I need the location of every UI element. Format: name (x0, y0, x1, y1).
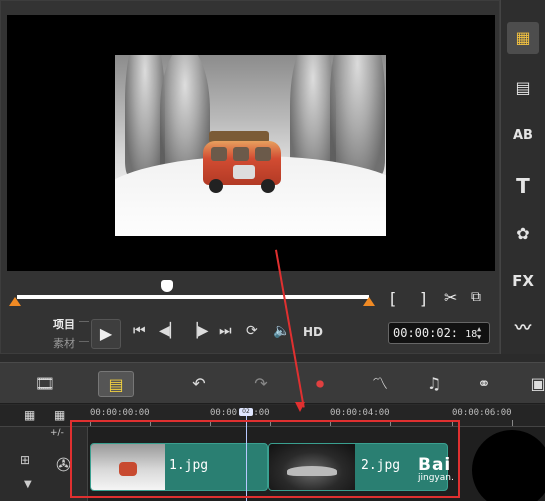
repeat-icon[interactable]: ⟳ (246, 323, 258, 339)
timecode-frames: 18 (465, 329, 478, 340)
storyboard-view-icon[interactable]: 🎞 (30, 371, 60, 397)
subtitle-icon[interactable]: ▣ (528, 371, 545, 397)
timecode-spinner[interactable]: ▲ ▼ (477, 325, 487, 341)
seek-bar[interactable] (17, 295, 369, 299)
film-track-icon: ▦ (24, 408, 36, 422)
trim-end-marker[interactable] (363, 297, 375, 306)
watermark-domain: jingyan. (418, 473, 454, 483)
preview-image (115, 55, 386, 236)
annotation-arrowhead (295, 402, 305, 412)
scissors-icon[interactable]: ✂ (444, 288, 457, 307)
watermark-brand: Bai (418, 455, 452, 475)
next-frame-icon[interactable]: ▕▶ (187, 323, 209, 339)
go-to-start-icon[interactable]: ⏮ (133, 323, 146, 339)
play-button[interactable]: ▶ (91, 319, 121, 349)
transition-icon[interactable]: AB (507, 120, 539, 152)
video-editor-window: [ ] ✂ ⧉ 项目 素材 ▶ ⏮ ◀▏ ▕▶ ⏭ ⟳ 🔈 HD 00:00:0… (0, 0, 545, 501)
redaction-circle (472, 430, 545, 501)
player-viewport (7, 15, 495, 271)
bus-figure (203, 129, 285, 193)
right-toolbar: ▦ ▤ AB T ✿ FX 〰 (500, 0, 545, 354)
expand-track-icon[interactable]: ▼ (24, 479, 32, 490)
auto-music-icon[interactable]: ♫ (420, 371, 448, 397)
timecode-value: 00:00:02 (393, 326, 451, 340)
ruler-tick: 00:00:04:00 (330, 408, 390, 418)
mode-project-label[interactable]: 项目 (53, 316, 75, 332)
video-track-icon: ✇ (56, 455, 72, 476)
timecode-field[interactable]: 00:00:02: 18 ▲ ▼ (388, 322, 490, 344)
instant-project-icon[interactable]: ▤ (507, 72, 539, 104)
redo-icon[interactable]: ↷ (248, 371, 274, 397)
timeline-toolbar: 🎞 ▤ ↶ ↷ ⏺ 〽 ♫ ⚭ ▣ (0, 362, 545, 404)
preview-panel: [ ] ✂ ⧉ 项目 素材 ▶ ⏮ ◀▏ ▕▶ ⏭ ⟳ 🔈 HD 00:00:0… (0, 0, 500, 354)
motion-tracking-icon[interactable]: ⚭ (470, 371, 498, 397)
film-track-icon-2: ▦ (54, 408, 66, 422)
mode-clip-label[interactable]: 素材 (53, 335, 75, 351)
path-icon[interactable]: 〰 (507, 312, 539, 344)
graphic-icon[interactable]: ✿ (507, 218, 539, 250)
copy-frame-icon[interactable]: ⧉ (471, 289, 481, 305)
go-to-end-icon[interactable]: ⏭ (219, 323, 232, 339)
mark-out-button[interactable]: ] (420, 289, 426, 308)
media-library-icon[interactable]: ▦ (507, 22, 539, 54)
track-manager-icon[interactable]: ⊞ (20, 453, 30, 467)
watermark: Bai jingyan. (418, 455, 454, 483)
playhead-handle[interactable]: 02 (239, 408, 253, 416)
annotation-highlight-box (70, 420, 460, 498)
mark-in-button[interactable]: [ (390, 289, 396, 308)
filter-icon[interactable]: FX (507, 265, 539, 297)
trim-start-marker[interactable] (9, 297, 21, 306)
record-capture-icon[interactable]: ⏺ (306, 371, 334, 397)
seek-thumb[interactable] (161, 280, 173, 292)
hd-toggle[interactable]: HD (303, 325, 323, 339)
undo-icon[interactable]: ↶ (186, 371, 212, 397)
title-icon[interactable]: T (507, 170, 539, 202)
ruler-tick: 00:00:06:00 (452, 408, 512, 418)
ruler-tick: 00:00:00:00 (90, 408, 150, 418)
previous-frame-icon[interactable]: ◀▏ (159, 323, 181, 339)
add-remove-track-button[interactable]: +/- (50, 428, 64, 438)
timeline-view-icon[interactable]: ▤ (98, 371, 134, 397)
sound-mixer-icon[interactable]: 〽 (366, 371, 394, 397)
